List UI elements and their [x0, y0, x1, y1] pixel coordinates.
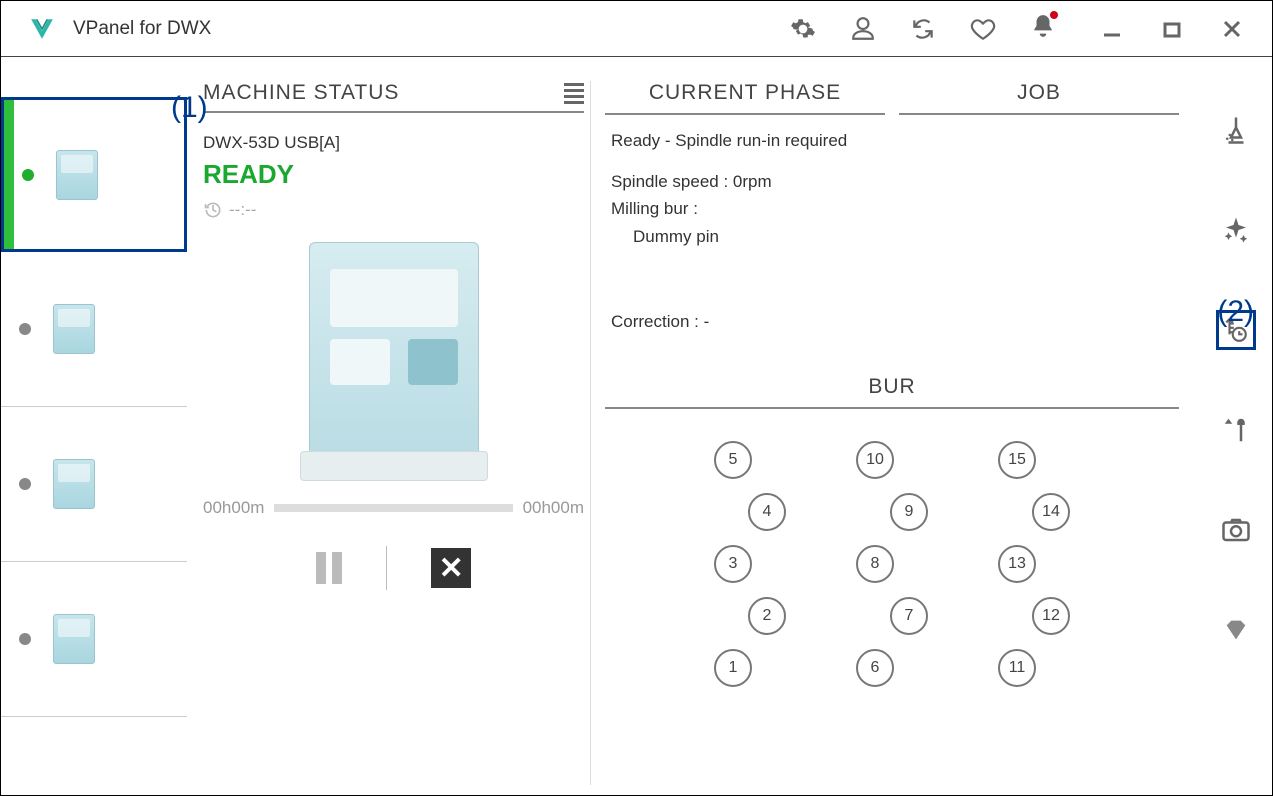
bur-slot-1[interactable]: 1: [714, 649, 752, 687]
minimize-icon[interactable]: [1100, 17, 1124, 41]
tools-icon[interactable]: [1219, 413, 1253, 447]
machine-item-1[interactable]: [1, 97, 187, 252]
bur-slot-9[interactable]: 9: [890, 493, 928, 531]
bur-slot-6[interactable]: 6: [856, 649, 894, 687]
current-phase-panel: CURRENT PHASE Ready - Spindle run-in req…: [605, 81, 885, 361]
settings-icon[interactable]: [790, 16, 816, 42]
camera-icon[interactable]: [1219, 513, 1253, 547]
right-toolbar: [1200, 57, 1272, 795]
sparkle-icon[interactable]: [1219, 213, 1253, 247]
phase-line4: Correction : -: [611, 308, 879, 335]
history-icon: [203, 200, 223, 220]
progress-end: 00h00m: [523, 498, 584, 518]
machine-item-3[interactable]: [1, 407, 187, 562]
close-icon[interactable]: [1220, 17, 1244, 41]
bur-slot-13[interactable]: 13: [998, 545, 1036, 583]
bur-header: BUR: [605, 375, 1179, 409]
time-info: --:--: [203, 200, 584, 220]
machine-state: READY: [203, 159, 584, 190]
status-dot-icon: [19, 478, 31, 490]
phase-line2: Spindle speed : 0rpm: [611, 168, 879, 195]
job-header: JOB: [899, 81, 1179, 115]
status-header: MACHINE STATUS: [203, 81, 399, 105]
status-dot-icon: [22, 169, 34, 181]
phase-line3: Milling bur :: [611, 195, 879, 222]
bur-slot-14[interactable]: 14: [1032, 493, 1070, 531]
status-dot-icon: [19, 633, 31, 645]
machine-image: [309, 242, 479, 472]
heart-icon[interactable]: [970, 16, 996, 42]
machine-thumb-icon: [53, 459, 95, 509]
app-title: VPanel for DWX: [73, 18, 790, 40]
titlebar: VPanel for DWX: [1, 1, 1272, 57]
bur-slot-11[interactable]: 11: [998, 649, 1036, 687]
bur-slot-2[interactable]: 2: [748, 597, 786, 635]
refresh-icon[interactable]: [910, 16, 936, 42]
machine-thumb-icon: [53, 304, 95, 354]
machine-thumb-icon: [53, 614, 95, 664]
bur-schedule-icon[interactable]: [1219, 313, 1253, 347]
bur-slot-12[interactable]: 12: [1032, 597, 1070, 635]
machine-item-2[interactable]: [1, 252, 187, 407]
progress-bar: [274, 504, 512, 512]
job-panel: JOB: [899, 81, 1179, 361]
bur-panel: BUR 5 4 3 2 1 10 9 8 7 6 15 14 13 12 11: [605, 375, 1179, 785]
window-controls: [1100, 17, 1244, 41]
machine-status-panel: MACHINE STATUS DWX-53D USB[A] READY --:-…: [203, 81, 591, 785]
milling-icon[interactable]: [1219, 113, 1253, 147]
phase-line1: Ready - Spindle run-in required: [611, 127, 879, 154]
status-menu-icon[interactable]: [564, 83, 584, 104]
machine-list: [1, 57, 187, 795]
bell-icon[interactable]: [1030, 13, 1056, 44]
bur-slot-3[interactable]: 3: [714, 545, 752, 583]
machine-name: DWX-53D USB[A]: [203, 133, 584, 153]
machine-item-4[interactable]: [1, 562, 187, 717]
status-dot-icon: [19, 323, 31, 335]
phase-header: CURRENT PHASE: [605, 81, 885, 115]
pause-button[interactable]: [316, 552, 342, 584]
user-icon[interactable]: [850, 16, 876, 42]
bur-slot-8[interactable]: 8: [856, 545, 894, 583]
bur-slot-5[interactable]: 5: [714, 441, 752, 479]
progress-start: 00h00m: [203, 498, 264, 518]
progress-row: 00h00m 00h00m: [203, 498, 584, 518]
maximize-icon[interactable]: [1160, 17, 1184, 41]
bur-slot-10[interactable]: 10: [856, 441, 894, 479]
divider: [386, 546, 388, 590]
machine-thumb-icon: [56, 150, 98, 200]
bur-slot-4[interactable]: 4: [748, 493, 786, 531]
title-toolbar: [790, 13, 1056, 44]
phase-line3b: Dummy pin: [611, 223, 879, 250]
bur-slot-15[interactable]: 15: [998, 441, 1036, 479]
app-logo-icon: [29, 16, 55, 42]
diamond-icon[interactable]: [1219, 613, 1253, 647]
bur-slot-7[interactable]: 7: [890, 597, 928, 635]
stop-button[interactable]: ✕: [431, 548, 471, 588]
